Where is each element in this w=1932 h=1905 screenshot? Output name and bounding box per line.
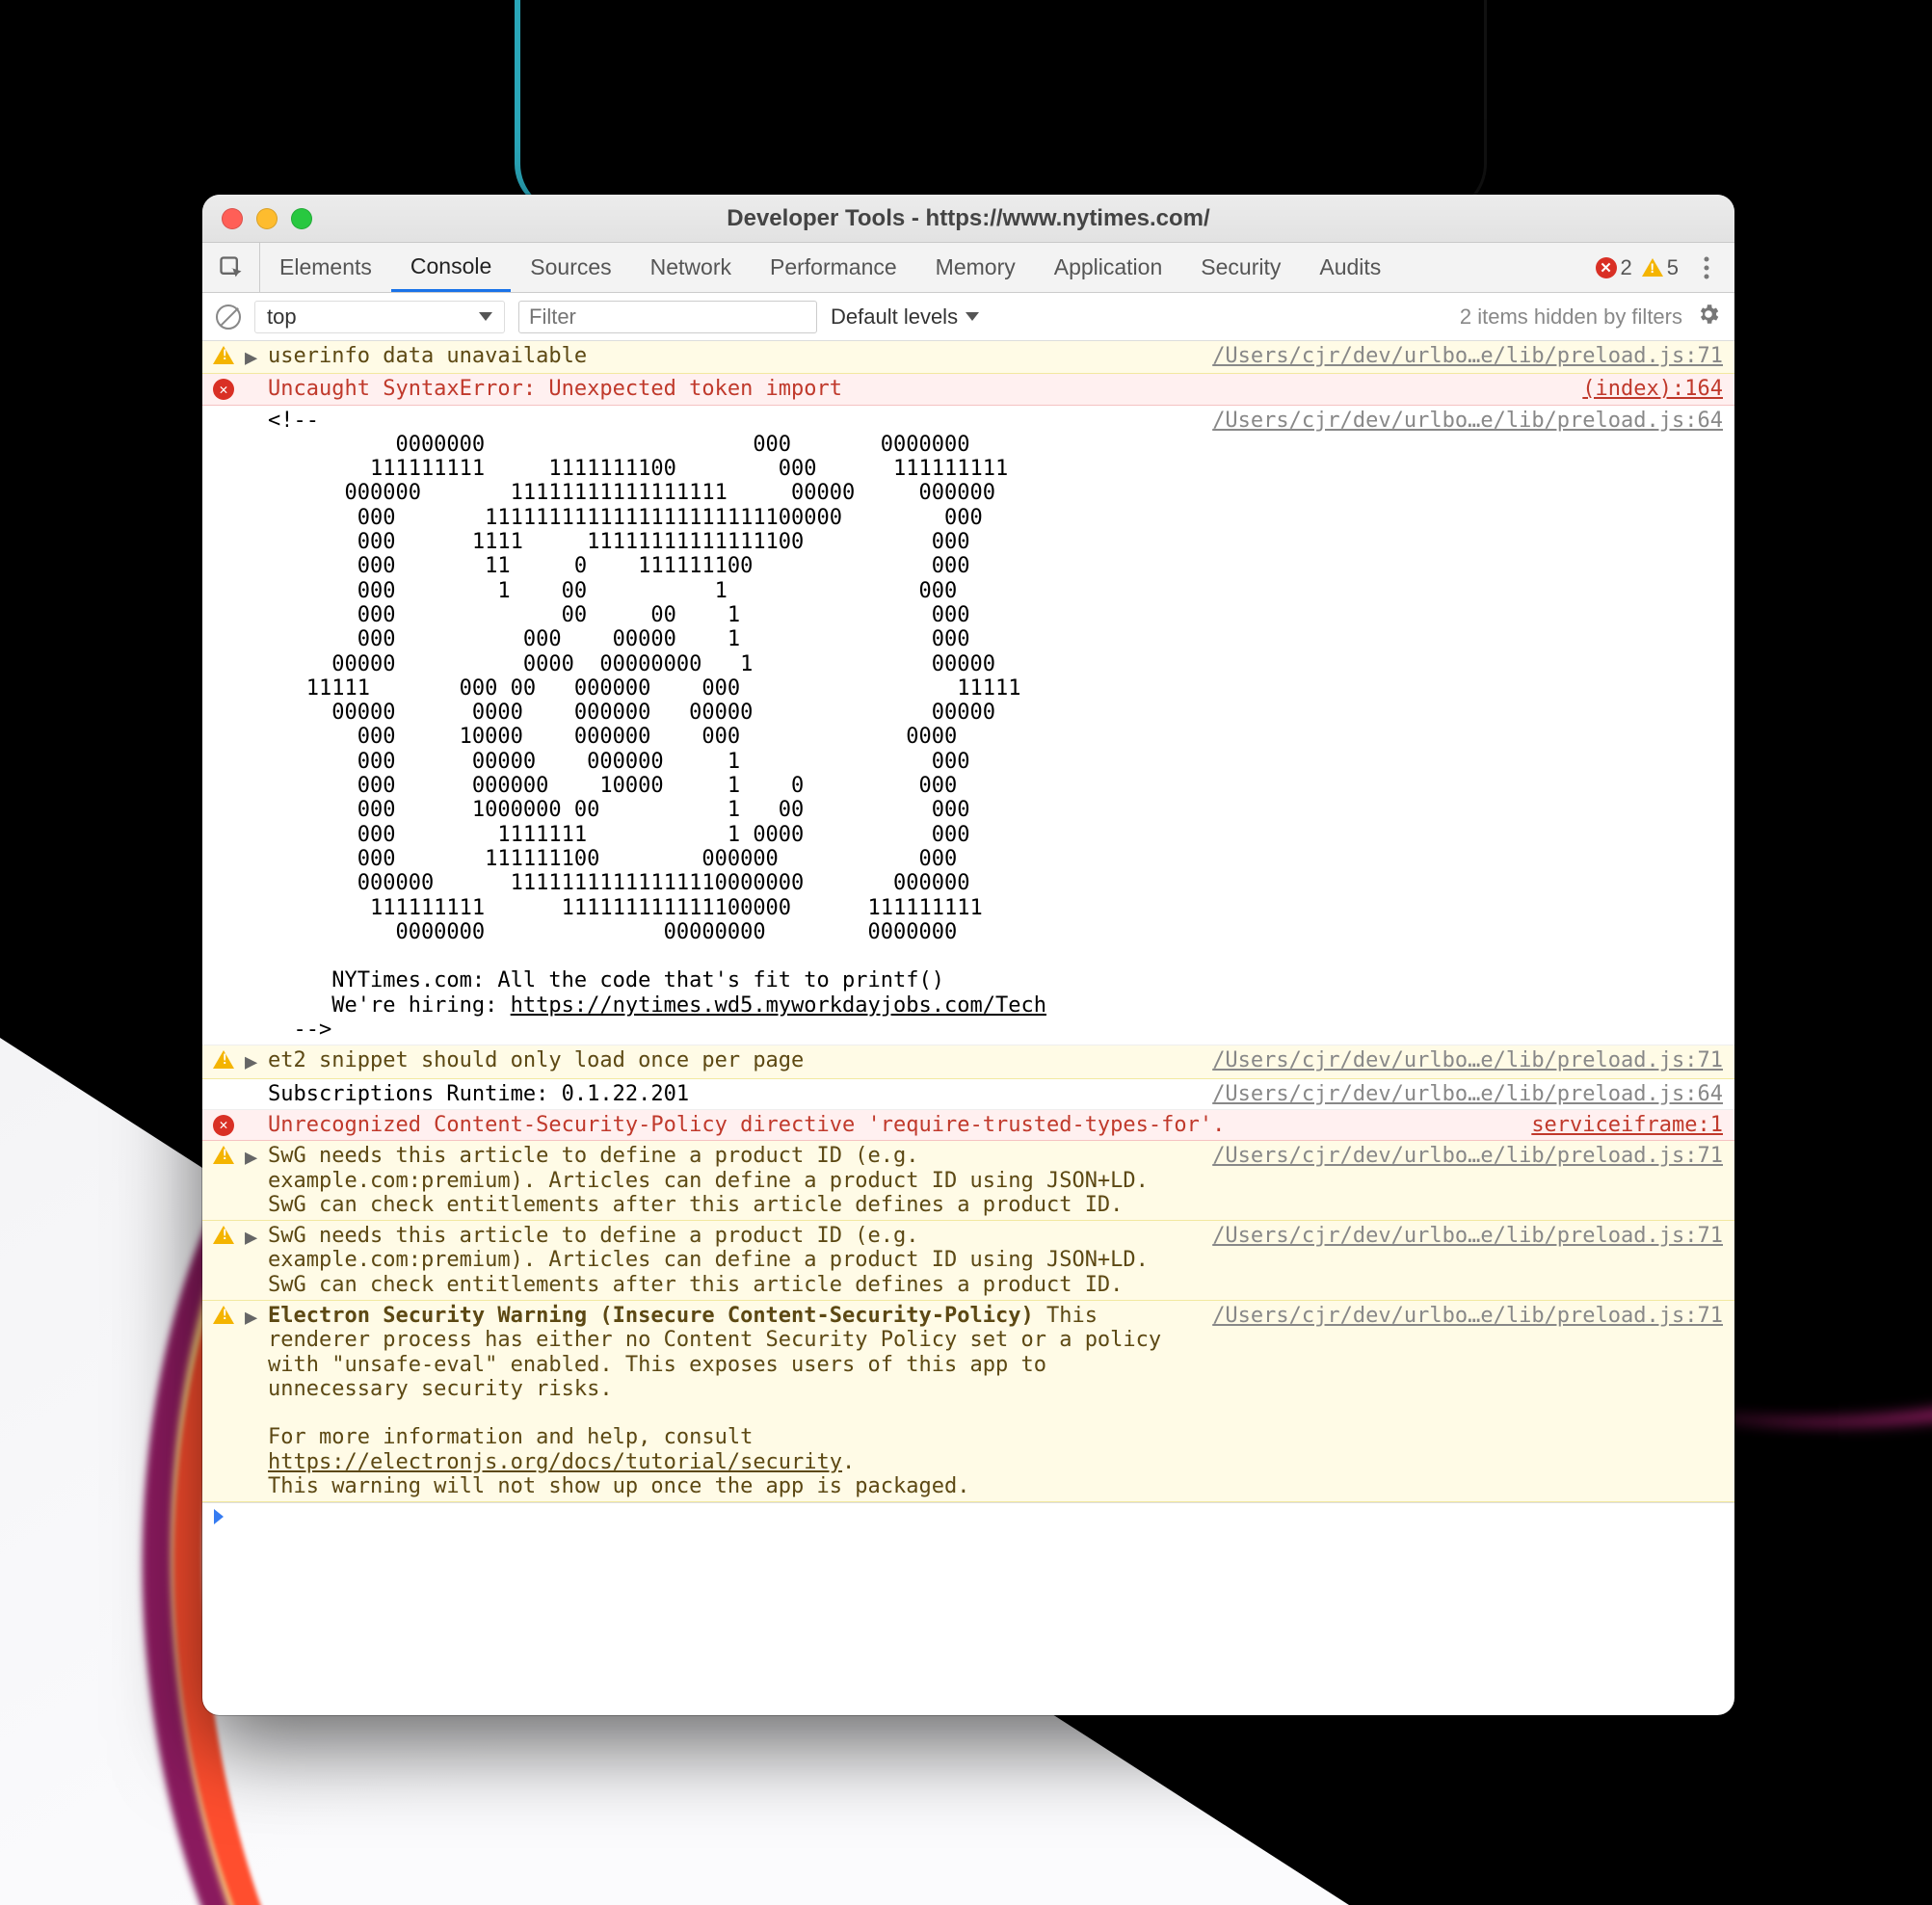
source-link[interactable]: (index):164	[1563, 377, 1723, 401]
warning-icon	[213, 1146, 234, 1164]
console-message[interactable]: ▶ userinfo data unavailable /Users/cjr/d…	[202, 341, 1734, 374]
console-prompt[interactable]	[202, 1502, 1734, 1530]
console-message[interactable]: ▶ SwG needs this article to define a pro…	[202, 1141, 1734, 1221]
tab-audits[interactable]: Audits	[1300, 243, 1400, 292]
error-count: 2	[1621, 255, 1632, 280]
tab-sources[interactable]: Sources	[511, 243, 630, 292]
message-text: Unrecognized Content-Security-Policy dir…	[268, 1113, 1504, 1137]
console-message[interactable]: <!-- 0000000 000 0000000 111111111 11111…	[202, 406, 1734, 1046]
tab-performance[interactable]: Performance	[751, 243, 916, 292]
message-text: et2 snippet should only load once per pa…	[268, 1048, 1185, 1072]
chevron-down-icon	[966, 312, 979, 321]
console-message[interactable]: ▶ et2 snippet should only load once per …	[202, 1045, 1734, 1078]
warning-icon	[213, 1306, 234, 1324]
console-message[interactable]: ▶ SwG needs this article to define a pro…	[202, 1221, 1734, 1301]
log-level-selector[interactable]: Default levels	[831, 304, 979, 330]
electron-security-link[interactable]: https://electronjs.org/docs/tutorial/sec…	[268, 1450, 842, 1474]
warning-count: 5	[1667, 255, 1679, 280]
clear-console-button[interactable]	[216, 304, 241, 330]
zoom-window-button[interactable]	[291, 208, 312, 229]
expand-icon[interactable]: ▶	[245, 1048, 260, 1074]
prompt-chevron-icon	[214, 1509, 224, 1524]
expand-icon[interactable]: ▶	[245, 1224, 260, 1250]
expand-icon[interactable]: ▶	[245, 1144, 260, 1170]
warning-icon	[1642, 258, 1663, 277]
source-link[interactable]: /Users/cjr/dev/urlbo…e/lib/preload.js:71	[1193, 1144, 1723, 1168]
close-window-button[interactable]	[222, 208, 243, 229]
error-icon: ✕	[213, 379, 234, 400]
warning-icon	[213, 1226, 234, 1244]
devtools-tabbar: Elements Console Sources Network Perform…	[202, 243, 1734, 293]
message-text: Uncaught SyntaxError: Unexpected token i…	[268, 377, 1555, 401]
source-link[interactable]: serviceiframe:1	[1512, 1113, 1723, 1137]
window-title: Developer Tools - https://www.nytimes.co…	[202, 205, 1734, 232]
tab-network[interactable]: Network	[631, 243, 751, 292]
console-message[interactable]: Subscriptions Runtime: 0.1.22.201 /Users…	[202, 1079, 1734, 1110]
message-text: Subscriptions Runtime: 0.1.22.201	[268, 1082, 1185, 1106]
source-link[interactable]: /Users/cjr/dev/urlbo…e/lib/preload.js:71	[1193, 1224, 1723, 1248]
message-text: Electron Security Warning (Insecure Cont…	[268, 1304, 1185, 1498]
context-value: top	[267, 304, 297, 330]
tab-memory[interactable]: Memory	[916, 243, 1035, 292]
source-link[interactable]: /Users/cjr/dev/urlbo…e/lib/preload.js:64	[1193, 409, 1723, 433]
error-icon: ✕	[213, 1115, 234, 1136]
source-link[interactable]: /Users/cjr/dev/urlbo…e/lib/preload.js:71	[1193, 1048, 1723, 1072]
message-text: SwG needs this article to define a produ…	[268, 1224, 1185, 1297]
tab-application[interactable]: Application	[1035, 243, 1182, 292]
expand-icon[interactable]: ▶	[245, 1304, 260, 1330]
error-count-badge[interactable]: ✕ 2	[1596, 255, 1632, 280]
more-menu-button[interactable]	[1688, 256, 1725, 279]
warning-count-badge[interactable]: 5	[1642, 255, 1679, 280]
console-toolbar: top Default levels 2 items hidden by fil…	[202, 293, 1734, 341]
tab-console[interactable]: Console	[391, 243, 511, 292]
filter-input[interactable]	[518, 301, 817, 333]
chevron-down-icon	[479, 312, 492, 321]
source-link[interactable]: /Users/cjr/dev/urlbo…e/lib/preload.js:71	[1193, 344, 1723, 368]
message-text: SwG needs this article to define a produ…	[268, 1144, 1185, 1217]
message-text: userinfo data unavailable	[268, 344, 1185, 368]
warning-icon	[213, 346, 234, 364]
hidden-items-label[interactable]: 2 items hidden by filters	[1460, 304, 1682, 330]
log-level-label: Default levels	[831, 304, 958, 330]
expand-icon[interactable]: ▶	[245, 344, 260, 370]
source-link[interactable]: /Users/cjr/dev/urlbo…e/lib/preload.js:64	[1193, 1082, 1723, 1106]
console-settings-button[interactable]	[1696, 302, 1721, 332]
minimize-window-button[interactable]	[256, 208, 278, 229]
console-message[interactable]: ✕ Uncaught SyntaxError: Unexpected token…	[202, 374, 1734, 405]
error-icon: ✕	[1596, 257, 1617, 278]
warning-icon	[213, 1050, 234, 1069]
tab-security[interactable]: Security	[1181, 243, 1300, 292]
console-output[interactable]: ▶ userinfo data unavailable /Users/cjr/d…	[202, 341, 1734, 1715]
devtools-window: Developer Tools - https://www.nytimes.co…	[202, 195, 1734, 1715]
source-link[interactable]: /Users/cjr/dev/urlbo…e/lib/preload.js:71	[1193, 1304, 1723, 1328]
context-selector[interactable]: top	[254, 301, 505, 333]
console-message[interactable]: ▶ Electron Security Warning (Insecure Co…	[202, 1301, 1734, 1502]
hiring-link[interactable]: https://nytimes.wd5.myworkdayjobs.com/Te…	[511, 993, 1046, 1018]
message-text: <!-- 0000000 000 0000000 111111111 11111…	[268, 409, 1185, 1043]
tab-elements[interactable]: Elements	[260, 243, 391, 292]
titlebar[interactable]: Developer Tools - https://www.nytimes.co…	[202, 195, 1734, 243]
console-message[interactable]: ✕ Unrecognized Content-Security-Policy d…	[202, 1110, 1734, 1141]
inspect-element-button[interactable]	[202, 243, 260, 292]
